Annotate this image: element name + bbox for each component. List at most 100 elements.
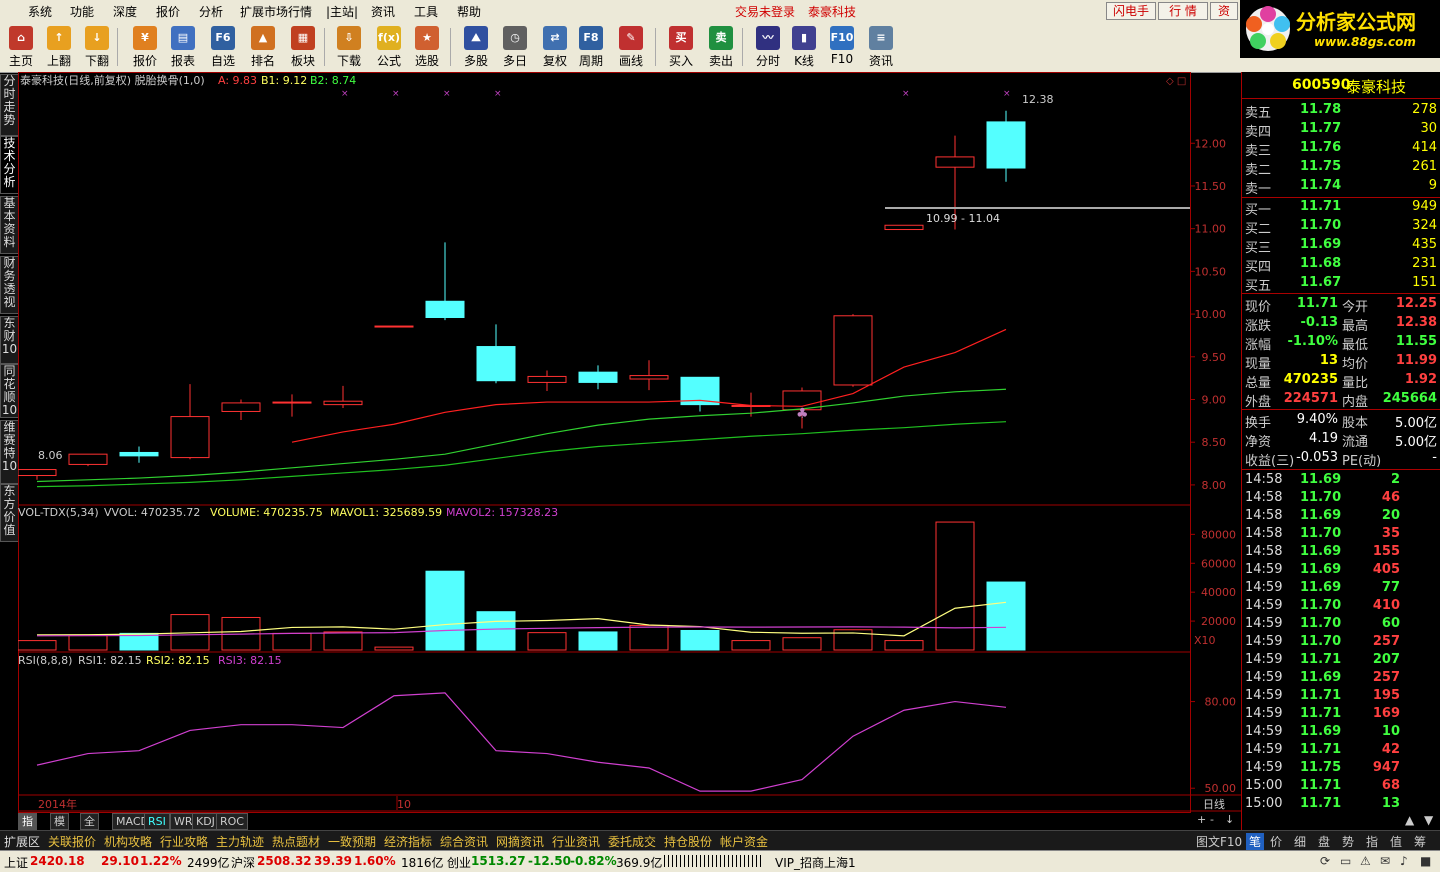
left-tab-6[interactable]: 维赛特10	[0, 420, 19, 484]
left-tab-1[interactable]: 技术分析	[0, 136, 19, 194]
scroll-end-icon[interactable]: ↓	[1225, 813, 1234, 826]
menu-quote[interactable]: 报价	[156, 3, 180, 20]
left-tab-3[interactable]: 财务透视	[0, 256, 19, 314]
speaker-icon[interactable]: ♪	[1400, 854, 1408, 868]
toolbar-formula-button[interactable]: f(x) 公式	[370, 24, 408, 70]
toolbar-label: 主页	[8, 54, 33, 68]
toolbar-label: 多日	[502, 54, 527, 68]
f10-text-tab[interactable]: 图文F10	[1196, 833, 1242, 850]
menu-analysis[interactable]: 分析	[199, 3, 223, 20]
mail-icon[interactable]: ✉	[1380, 854, 1390, 868]
toolbar-download-button[interactable]: ⇩ 下载	[330, 24, 368, 70]
zoom-in-icon[interactable]: +	[1197, 813, 1206, 826]
current-stock-name: 泰豪科技	[808, 5, 857, 19]
info-tab-7[interactable]: 经济指标	[384, 833, 432, 850]
toolbar-f6-button[interactable]: F6 自选	[204, 24, 242, 70]
indicator-tab-0[interactable]: 指标	[18, 813, 37, 843]
ask-level-label: 卖一	[1245, 182, 1272, 197]
quote-panel-tab-7[interactable]: 筹	[1414, 833, 1426, 850]
tick-price: 11.71	[1300, 688, 1342, 703]
quote-panel-tab-5[interactable]: 指	[1366, 833, 1378, 850]
menu-function[interactable]: 功能	[70, 3, 94, 20]
toolbar-arrow-down-button[interactable]: ↓ 下翻	[78, 24, 116, 70]
left-tab-5[interactable]: 同花顺10	[0, 364, 19, 418]
refresh-icon[interactable]: ⟳	[1320, 854, 1330, 868]
chart-area[interactable]: 12.00 11.50 11.00 10.50 10.00 9.50 9.00 8.50 8.0…	[18, 72, 1241, 813]
volume-bar	[374, 646, 414, 651]
toolbar-f8-button[interactable]: F8 周期	[572, 24, 610, 70]
menu-depth[interactable]: 深度	[113, 3, 137, 20]
info-tab-8[interactable]: 综合资讯	[440, 833, 488, 850]
indicator-tab-2[interactable]: 全部	[80, 813, 99, 843]
info-tab-4[interactable]: 主力轨迹	[216, 833, 264, 850]
toolbar-kline-button[interactable]: ▮ K线	[785, 24, 823, 70]
menu-main-site[interactable]: |主站|	[326, 3, 358, 20]
info-tab-3[interactable]: 行业攻略	[160, 833, 208, 850]
left-tab-4[interactable]: 东财10	[0, 316, 19, 364]
left-tab-7[interactable]: 东方价值	[0, 484, 19, 542]
info-tab-0[interactable]: 扩展区	[4, 833, 40, 850]
toolbar-news-button[interactable]: ≡ 资讯	[862, 24, 900, 70]
info-tab-13[interactable]: 帐户资金	[720, 833, 768, 850]
left-tab-2[interactable]: 基本资料	[0, 196, 19, 254]
toolbar-multi-stock-button[interactable]: ⛰ 多股	[457, 24, 495, 70]
scroll-up-icon[interactable]: ▲	[1405, 813, 1414, 827]
alarm-icon[interactable]: ⚠	[1360, 854, 1371, 868]
fund-label: 流通	[1342, 435, 1369, 450]
tick-price: 11.69	[1300, 544, 1342, 559]
left-tab-0[interactable]: 分时走势	[0, 74, 19, 136]
indicator-tab-1[interactable]: 模板	[50, 813, 69, 843]
toolbar-restore-button[interactable]: ⇄ 复权	[536, 24, 574, 70]
volume-bar	[578, 631, 618, 651]
quote-panel-tab-6[interactable]: 值	[1390, 833, 1402, 850]
toolbar-home-button[interactable]: ⌂ 主页	[2, 24, 40, 70]
info-tab-11[interactable]: 委托成交	[608, 833, 656, 850]
window-icon[interactable]: ▭	[1340, 854, 1351, 868]
indicator-tab-4[interactable]: RSI	[144, 813, 170, 830]
info-tab-6[interactable]: 一致预期	[328, 833, 376, 850]
info-button[interactable]: 资	[1210, 2, 1238, 20]
tick-row: 14:59 11.71 195	[1242, 687, 1440, 705]
menu-tools[interactable]: 工具	[414, 3, 438, 20]
toolbar-f10-button[interactable]: F10 F10	[823, 24, 861, 70]
quote-panel-tab-0[interactable]: 笔	[1246, 833, 1265, 850]
toolbar-blocks-button[interactable]: ▦ 板块	[284, 24, 322, 70]
toolbar-report-button[interactable]: ▤ 报表	[164, 24, 202, 70]
toolbar-arrow-up-button[interactable]: ↑ 上翻	[40, 24, 78, 70]
quote-panel-tab-3[interactable]: 盘	[1318, 833, 1330, 850]
menu-extended-market[interactable]: 扩展市场行情	[240, 3, 312, 20]
stat-label: 现价	[1245, 300, 1272, 315]
menu-help[interactable]: 帮助	[457, 3, 481, 20]
info-tab-12[interactable]: 持仓股份	[664, 833, 712, 850]
quote-button[interactable]: 行 情	[1158, 2, 1208, 20]
price-candle	[374, 325, 414, 328]
quote-panel-tab-2[interactable]: 细	[1294, 833, 1306, 850]
toolbar-buy-button[interactable]: 买买入	[662, 24, 700, 70]
info-tab-1[interactable]: 关联报价	[48, 833, 96, 850]
toolbar-clock-button[interactable]: ◷ 多日	[496, 24, 534, 70]
toolbar-sell-button[interactable]: 卖卖出	[702, 24, 740, 70]
info-tab-5[interactable]: 热点题材	[272, 833, 320, 850]
indicator-tab-6[interactable]: KDJ	[192, 813, 219, 830]
order-book-ask-row: 卖三 11.76 414	[1242, 139, 1440, 159]
info-tab-10[interactable]: 行业资讯	[552, 833, 600, 850]
vol-vvol-value: VVOL: 470235.72	[104, 506, 200, 519]
toolbar-stock-pick-button[interactable]: ★ 选股	[408, 24, 446, 70]
info-tab-2[interactable]: 机构攻略	[104, 833, 152, 850]
info-tab-9[interactable]: 网摘资讯	[496, 833, 544, 850]
toolbar-rank-button[interactable]: ▲ 排名	[244, 24, 282, 70]
toolbar-intraday-button[interactable]: 〰分时	[749, 24, 787, 70]
toolbar-draw-line-button[interactable]: ✎ 画线	[612, 24, 650, 70]
lock-icon[interactable]: ■	[1420, 854, 1431, 868]
candle-body	[68, 453, 108, 465]
flash-trade-button[interactable]: 闪电手	[1106, 2, 1156, 20]
scroll-down-icon[interactable]: ▼	[1424, 813, 1433, 827]
menu-news[interactable]: 资讯	[371, 3, 395, 20]
toolbar-yen-button[interactable]: ¥ 报价	[126, 24, 164, 70]
menu-system[interactable]: 系统	[28, 3, 52, 20]
quote-panel-tab-1[interactable]: 价	[1270, 833, 1282, 850]
tick-row: 15:00 11.71 68	[1242, 777, 1440, 795]
quote-panel-tab-4[interactable]: 势	[1342, 833, 1354, 850]
zoom-out-icon[interactable]: -	[1210, 813, 1214, 826]
indicator-tab-7[interactable]: ROC	[216, 813, 248, 830]
